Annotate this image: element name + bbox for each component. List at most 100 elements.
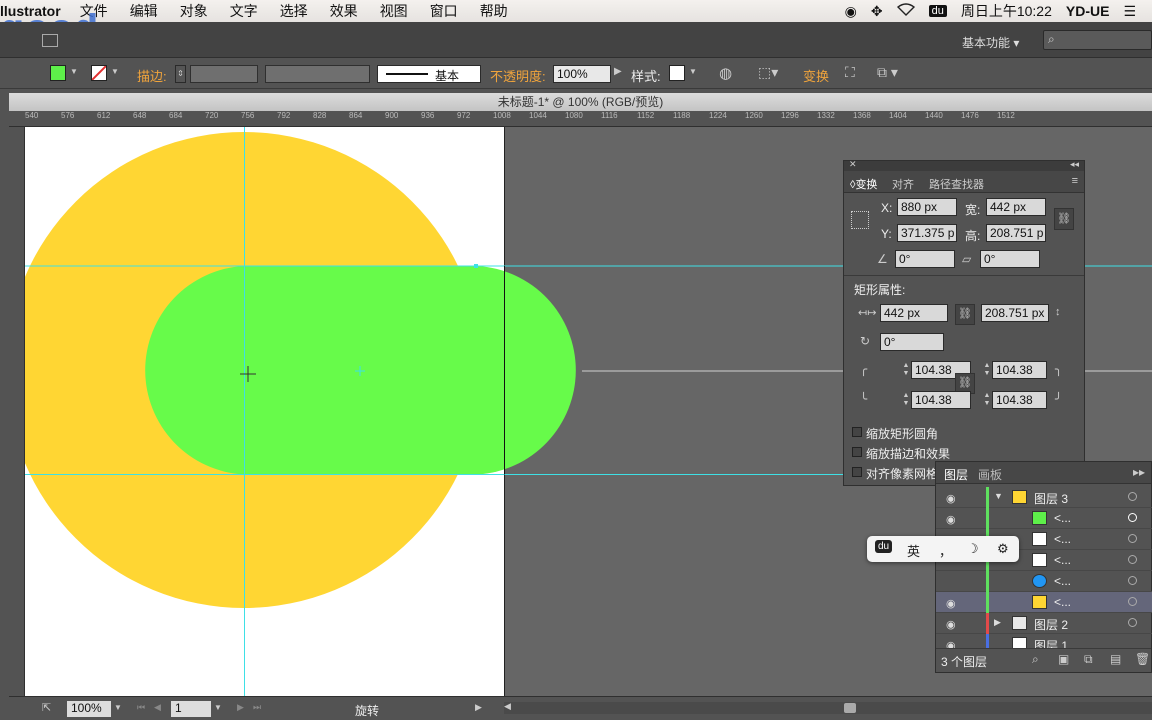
opacity-label[interactable]: 不透明度: xyxy=(490,66,546,85)
layer-name[interactable]: 图层 3 xyxy=(1034,490,1068,507)
artboard-nav-icon[interactable]: ⇱ xyxy=(42,701,51,714)
corner-bl-field[interactable]: 104.38 xyxy=(911,391,971,409)
prev-page-icon[interactable]: ◀ xyxy=(154,702,161,713)
rect-width-field[interactable]: 442 px xyxy=(880,304,948,322)
corner-br-field[interactable]: 104.38 xyxy=(992,391,1047,409)
rect-height-field[interactable]: 208.751 px xyxy=(981,304,1049,322)
scale-strokes-checkbox[interactable] xyxy=(852,447,862,457)
x-field[interactable]: 880 px xyxy=(897,198,957,216)
isolate-icon[interactable]: ⧉ ▾ xyxy=(877,64,898,81)
layer-row[interactable]: <... xyxy=(936,571,1152,592)
opacity-field[interactable]: 100% xyxy=(553,65,611,83)
next-page-icon[interactable]: ▶ xyxy=(237,702,244,713)
input-method-badge[interactable]: du xyxy=(928,5,947,17)
menu-object[interactable]: 对象 xyxy=(169,1,219,21)
expand-triangle-icon[interactable]: ▶ xyxy=(994,617,1001,628)
corner-tr-stepper[interactable]: ▲ ▼ xyxy=(982,362,992,380)
panel-menu-icon[interactable]: ≡ xyxy=(1072,175,1078,187)
layer-name[interactable]: <... xyxy=(1054,553,1071,567)
menu-help[interactable]: 帮助 xyxy=(469,1,519,21)
constrain-proportions-button[interactable]: ⛓ xyxy=(1054,208,1074,230)
menu-type[interactable]: 文字 xyxy=(219,1,269,21)
fill-dropdown-arrow-icon[interactable]: ▼ xyxy=(70,67,78,76)
stroke-label[interactable]: 描边: xyxy=(137,66,167,85)
user-name[interactable]: YD-UE xyxy=(1066,3,1110,19)
horizontal-scrollbar[interactable]: ◀ xyxy=(504,701,1152,714)
corner-tl-stepper[interactable]: ▲ ▼ xyxy=(901,362,911,380)
delete-layer-icon[interactable]: 🗑 xyxy=(1135,652,1150,666)
new-layer-icon[interactable]: ▤ xyxy=(1110,652,1121,666)
recolor-artwork-icon[interactable]: ◍ xyxy=(719,64,732,82)
layer-row[interactable]: ◉ <... xyxy=(936,592,1152,613)
layers-panel-menu-icon[interactable]: ▸▸ xyxy=(1133,465,1145,479)
target-circle-icon[interactable] xyxy=(1128,555,1137,564)
layer-name[interactable]: <... xyxy=(1054,532,1071,546)
layer-row[interactable]: ◉ 图层 1 xyxy=(936,634,1152,648)
visibility-eye-icon[interactable]: ◉ xyxy=(946,513,956,526)
clock[interactable]: 周日上午10:22 xyxy=(961,1,1052,21)
menu-window[interactable]: 窗口 xyxy=(419,1,469,21)
target-circle-icon[interactable] xyxy=(1128,618,1137,627)
ime-punctuation-toggle[interactable]: ， xyxy=(939,541,952,560)
menu-view[interactable]: 视图 xyxy=(369,1,419,21)
rect-rotation-field[interactable]: 0° xyxy=(880,333,944,351)
fill-swatch[interactable] xyxy=(50,65,66,81)
record-icon[interactable]: ◉ xyxy=(845,3,857,20)
stroke-dropdown-arrow-icon[interactable]: ▼ xyxy=(111,67,119,76)
page-dropdown-icon[interactable]: ▼ xyxy=(214,703,222,712)
layer-name[interactable]: <... xyxy=(1054,574,1071,588)
horizontal-ruler[interactable]: 540 576 612 648 684 720 756 792 828 864 900 936 972 1… xyxy=(9,111,1152,127)
target-circle-icon[interactable] xyxy=(1128,492,1137,501)
target-circle-icon[interactable] xyxy=(1128,576,1137,585)
rotate-field[interactable]: 0° xyxy=(895,250,955,268)
panel-collapse-icon[interactable]: ◂◂ xyxy=(1070,159,1079,170)
style-dropdown-arrow-icon[interactable]: ▼ xyxy=(689,67,697,76)
wifi-icon[interactable] xyxy=(896,3,915,19)
first-page-icon[interactable]: ⏮ xyxy=(137,702,145,713)
scrollbar-thumb[interactable] xyxy=(844,703,856,713)
scale-corners-checkbox[interactable] xyxy=(852,427,862,437)
help-search-input[interactable]: ⌕ xyxy=(1043,30,1152,50)
stroke-swatch[interactable] xyxy=(91,65,107,81)
stroke-weight-stepper[interactable]: ⇕ xyxy=(175,65,186,83)
visibility-eye-icon[interactable]: ◉ xyxy=(946,597,956,610)
panel-close-icon[interactable]: ✕ xyxy=(849,159,857,170)
visibility-eye-icon[interactable]: ◉ xyxy=(946,492,956,505)
graphic-style-swatch[interactable] xyxy=(669,65,685,81)
align-pixel-grid-checkbox[interactable] xyxy=(852,467,862,477)
corner-tr-field[interactable]: 104.38 xyxy=(992,361,1047,379)
rect-link-button[interactable]: ⛓ xyxy=(955,304,975,325)
arrange-documents-icon[interactable] xyxy=(42,34,58,47)
ime-logo-icon[interactable]: du xyxy=(875,540,893,553)
locate-object-icon[interactable]: ⌕ xyxy=(1032,652,1039,667)
layer-row[interactable]: ◉ ▼ 图层 3 xyxy=(936,487,1152,508)
brush-definition-dropdown[interactable]: 基本 xyxy=(377,65,481,83)
corner-br-stepper[interactable]: ▲ ▼ xyxy=(982,392,992,410)
corner-bl-stepper[interactable]: ▲ ▼ xyxy=(901,392,911,410)
visibility-eye-icon[interactable]: ◉ xyxy=(946,618,956,631)
opacity-arrow-icon[interactable]: ▶ xyxy=(614,66,622,77)
shear-field[interactable]: 0° xyxy=(980,250,1040,268)
workspace-switcher[interactable]: 基本功能 ▾ xyxy=(962,34,1019,51)
moon-icon[interactable]: ☽ xyxy=(967,541,979,557)
status-menu-arrow-icon[interactable]: ▶ xyxy=(475,702,482,713)
clipping-mask-icon[interactable]: ▣ xyxy=(1058,652,1069,666)
zoom-dropdown-icon[interactable]: ▼ xyxy=(114,703,122,712)
tab-transform[interactable]: ◊变换 xyxy=(850,176,877,192)
transform-link[interactable]: 变换 xyxy=(803,66,829,85)
zoom-field[interactable]: 100% xyxy=(67,701,111,717)
new-sublayer-icon[interactable]: ⧉ xyxy=(1084,652,1093,667)
layer-name[interactable]: 图层 2 xyxy=(1034,616,1068,633)
artboard-number-field[interactable]: 1 xyxy=(171,701,211,717)
target-circle-icon[interactable] xyxy=(1128,513,1137,522)
tab-artboards[interactable]: 画板 xyxy=(978,466,1002,483)
scroll-left-icon[interactable]: ◀ xyxy=(504,701,511,712)
tab-align[interactable]: 对齐 xyxy=(892,176,914,192)
layer-name[interactable]: <... xyxy=(1054,511,1071,525)
reference-point-icon[interactable] xyxy=(851,211,869,229)
transform-icon[interactable]: ⛶ xyxy=(845,64,855,81)
expand-triangle-icon[interactable]: ▼ xyxy=(994,491,1003,501)
tab-pathfinder[interactable]: 路径查找器 xyxy=(929,176,984,192)
menu-select[interactable]: 选择 xyxy=(269,1,319,21)
layer-row[interactable]: ◉ ▶ 图层 2 xyxy=(936,613,1152,634)
